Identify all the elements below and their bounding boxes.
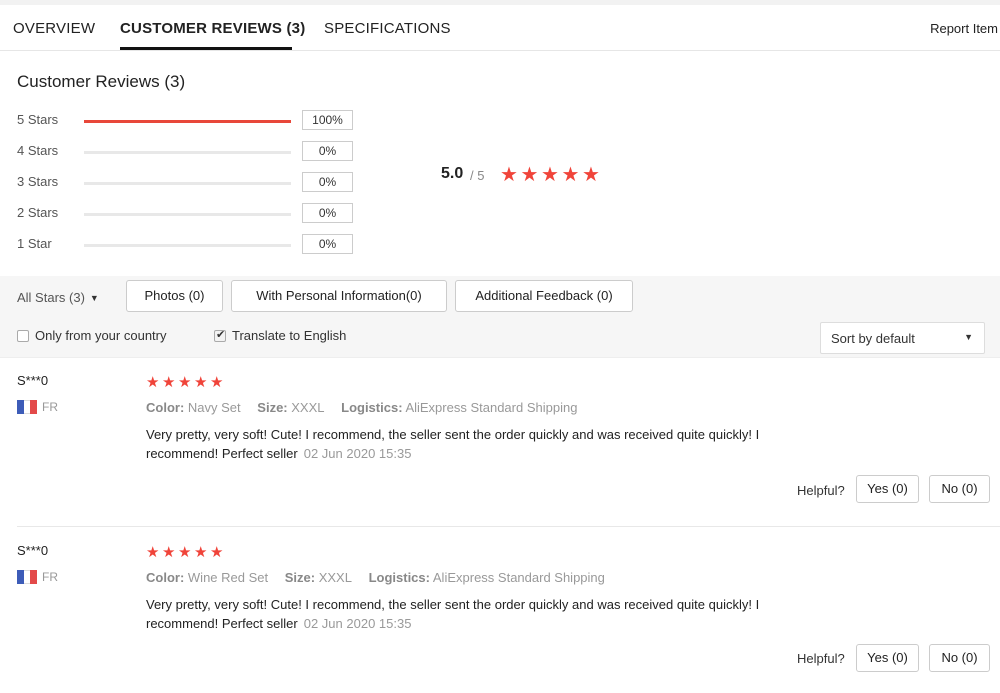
report-item-link[interactable]: Report Item (930, 21, 998, 36)
star-icon: ★ (582, 164, 600, 186)
rating-bar-track (84, 182, 291, 185)
chevron-down-icon: ▼ (89, 293, 99, 303)
reviewer-country: FR (42, 400, 58, 414)
rating-row-label: 1 Star (17, 236, 52, 251)
star-icon: ★ (194, 544, 208, 561)
rating-percent: 0% (302, 141, 353, 161)
star-icon: ★ (146, 374, 160, 391)
review-date: 02 Jun 2020 15:35 (303, 446, 412, 461)
logistics-value: AliExpress Standard Shipping (405, 400, 578, 415)
star-icon: ★ (210, 374, 224, 391)
review-date: 02 Jun 2020 15:35 (303, 616, 412, 631)
rating-bar-track (84, 244, 291, 247)
review-text: Very pretty, very soft! Cute! I recommen… (146, 595, 826, 633)
section-title: Customer Reviews (3) (17, 72, 186, 91)
reviewer-name: S***0 (17, 373, 49, 388)
star-icon: ★ (162, 374, 176, 391)
review-stars: ★ ★ ★ ★ ★ (146, 543, 226, 562)
helpful-yes-button[interactable]: Yes (0) (856, 644, 919, 672)
review-body: Very pretty, very soft! Cute! I recommen… (146, 427, 760, 461)
checkbox-check-icon: ✔ (216, 329, 226, 341)
color-key: Color: (146, 570, 185, 585)
checkbox-box[interactable]: ✔ (214, 329, 226, 342)
personal-info-filter-button[interactable]: With Personal Information(0) (231, 280, 447, 312)
star-icon: ★ (194, 374, 208, 391)
overall-score: 5.0 (441, 165, 464, 182)
sort-select[interactable]: Sort by default ▼ (820, 322, 985, 354)
helpful-no-button[interactable]: No (0) (929, 475, 990, 503)
color-value: Navy Set (187, 400, 241, 415)
tab-bar: OVERVIEW CUSTOMER REVIEWS (3) SPECIFICAT… (0, 5, 1000, 51)
color-key: Color: (146, 400, 185, 415)
star-icon: ★ (520, 164, 539, 186)
tab-customer-reviews[interactable]: CUSTOMER REVIEWS (3) (120, 20, 305, 37)
tab-specifications[interactable]: SPECIFICATIONS (324, 20, 451, 37)
rating-row-label: 5 Stars (17, 112, 59, 127)
rating-bar-fill (84, 120, 291, 123)
helpful-yes-button[interactable]: Yes (0) (856, 475, 919, 503)
star-icon: ★ (541, 164, 559, 186)
rating-percent: 100% (302, 110, 353, 130)
reviewer-country: FR (42, 570, 58, 584)
overall-out-of: / 5 (470, 168, 485, 183)
translate-label: Translate to English (232, 328, 347, 343)
review-item: S***0 FR ★ ★ ★ ★ ★ Color: Navy Set Size: XXX… (0, 373, 1000, 513)
rating-row-1[interactable]: 1 Star 0% (17, 234, 357, 256)
all-stars-label: All Stars (3) (17, 290, 85, 305)
star-icon: ★ (178, 544, 192, 561)
active-tab-underline (120, 47, 292, 50)
rating-percent: 0% (302, 234, 353, 254)
review-attributes: Color: Wine Red Set Size: XXXL Logistics… (146, 570, 618, 585)
review-divider (17, 526, 1000, 527)
rating-bar-track (84, 151, 291, 154)
star-icon: ★ (210, 544, 224, 561)
rating-bar-track (84, 213, 291, 216)
rating-bar-track (84, 120, 291, 123)
sort-select-value: Sort by default (831, 331, 915, 346)
france-flag-icon (17, 400, 38, 414)
logistics-key: Logistics: (368, 570, 430, 585)
review-stars: ★ ★ ★ ★ ★ (146, 373, 226, 392)
size-key: Size: (257, 400, 288, 415)
color-value: Wine Red Set (187, 570, 269, 585)
overall-stars: ★ ★ ★ ★ ★ (500, 162, 603, 187)
france-flag-icon (17, 570, 38, 584)
review-item: S***0 FR ★ ★ ★ ★ ★ Color: Wine Red Set Size:… (0, 543, 1000, 683)
chevron-down-icon: ▼ (964, 332, 973, 342)
star-icon: ★ (146, 544, 160, 561)
photos-filter-button[interactable]: Photos (0) (126, 280, 223, 312)
rating-row-label: 2 Stars (17, 205, 59, 220)
review-attributes: Color: Navy Set Size: XXXL Logistics: Al… (146, 400, 590, 415)
helpful-label: Helpful? (797, 651, 845, 666)
additional-feedback-filter-button[interactable]: Additional Feedback (0) (455, 280, 633, 312)
rating-row-label: 3 Stars (17, 174, 59, 189)
size-value: XXXL (318, 570, 352, 585)
star-icon: ★ (500, 164, 518, 186)
rating-row-3[interactable]: 3 Stars 0% (17, 172, 357, 194)
helpful-no-button[interactable]: No (0) (929, 644, 990, 672)
size-key: Size: (284, 570, 316, 585)
helpful-label: Helpful? (797, 483, 845, 498)
star-icon: ★ (561, 164, 580, 186)
logistics-key: Logistics: (341, 400, 403, 415)
size-value: XXXL (291, 400, 325, 415)
rating-row-2[interactable]: 2 Stars 0% (17, 203, 357, 225)
rating-percent: 0% (302, 172, 353, 192)
reviewer-name: S***0 (17, 543, 49, 558)
star-icon: ★ (178, 374, 192, 391)
all-stars-dropdown[interactable]: All Stars (3) ▼ (17, 290, 99, 305)
only-country-label: Only from your country (35, 328, 167, 343)
review-body: Very pretty, very soft! Cute! I recommen… (146, 597, 760, 631)
logistics-value: AliExpress Standard Shipping (432, 570, 605, 585)
rating-percent: 0% (302, 203, 353, 223)
filter-bar: All Stars (3) ▼ Photos (0) With Personal … (0, 276, 1000, 358)
rating-row-label: 4 Stars (17, 143, 59, 158)
rating-row-4[interactable]: 4 Stars 0% (17, 141, 357, 163)
tab-overview[interactable]: OVERVIEW (13, 20, 95, 37)
star-icon: ★ (162, 544, 176, 561)
rating-row-5[interactable]: 5 Stars 100% (17, 110, 357, 132)
checkbox-box[interactable] (17, 330, 29, 342)
review-text: Very pretty, very soft! Cute! I recommen… (146, 425, 826, 463)
